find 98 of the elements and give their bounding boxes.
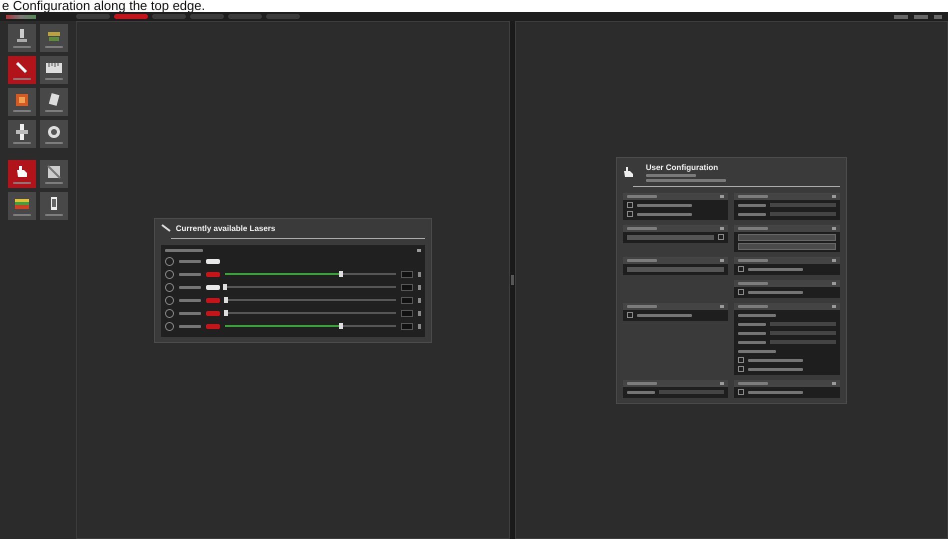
blurred-label: [738, 332, 766, 334]
checkbox[interactable]: [738, 366, 744, 372]
blurred-label: [178, 286, 201, 288]
ruler-icon: [46, 60, 62, 76]
blurred-label: [738, 212, 766, 216]
blurred-label: [738, 304, 768, 308]
hand-icon: [14, 164, 30, 180]
input-field[interactable]: [770, 331, 836, 335]
tool-tile[interactable]: [8, 192, 36, 220]
toggle-switch[interactable]: [206, 284, 220, 290]
toggle-switch[interactable]: [206, 272, 220, 276]
value-field[interactable]: [400, 296, 413, 304]
blurred-label: [646, 174, 696, 176]
checkbox[interactable]: [738, 389, 744, 395]
input-field[interactable]: [770, 203, 836, 207]
image-icon: [14, 92, 30, 108]
tab[interactable]: [114, 14, 148, 19]
tool-tile[interactable]: [40, 56, 68, 84]
caption-text: e Configuration along the top edge.: [1, 0, 206, 12]
tool-tile[interactable]: [8, 88, 36, 116]
blurred-label: [748, 390, 804, 394]
blurred-label: [748, 268, 804, 270]
checkbox[interactable]: [626, 211, 633, 217]
tool-tile[interactable]: [8, 120, 36, 148]
blurred-label: [738, 382, 768, 384]
toolbar-button[interactable]: [894, 14, 908, 18]
checkbox[interactable]: [626, 312, 633, 318]
tool-tile[interactable]: [8, 24, 36, 52]
value-field[interactable]: [400, 284, 413, 290]
slider-thumb[interactable]: [222, 284, 227, 290]
settings-button[interactable]: [738, 234, 836, 240]
slider-icon: [14, 124, 30, 140]
slider-bar[interactable]: [626, 266, 724, 272]
blurred-label: [738, 258, 768, 262]
tool-tile[interactable]: [40, 160, 68, 188]
value-field[interactable]: [400, 270, 413, 278]
blurred-label: [178, 324, 201, 328]
tool-tile[interactable]: [40, 120, 68, 148]
blurred-label: [738, 282, 768, 284]
blurred-label: [636, 314, 692, 316]
input-field[interactable]: [658, 390, 724, 394]
checkbox[interactable]: [738, 289, 744, 295]
blurred-label: [636, 204, 692, 206]
spectrum-icon: [14, 196, 30, 212]
value-field[interactable]: [400, 310, 413, 316]
toolbar-button[interactable]: [934, 14, 942, 18]
toggle-switch[interactable]: [206, 258, 220, 264]
blurred-label: [738, 194, 768, 198]
input-field[interactable]: [770, 212, 836, 216]
tool-tile[interactable]: [8, 56, 36, 84]
dropdown[interactable]: [626, 234, 714, 240]
blurred-label: [178, 272, 201, 276]
tool-tile[interactable]: [8, 160, 36, 188]
toolbar-button[interactable]: [914, 14, 928, 18]
value-field[interactable]: [400, 322, 413, 330]
input-field[interactable]: [770, 322, 836, 326]
toggle-switch[interactable]: [206, 324, 220, 328]
blurred-label: [164, 249, 203, 252]
checkbox[interactable]: [738, 357, 744, 363]
tool-tile[interactable]: [40, 192, 68, 220]
logo-icon: [6, 14, 36, 18]
blurred-label: [738, 322, 766, 326]
blurred-label: [748, 290, 804, 294]
blurred-label: [738, 226, 768, 230]
blurred-label: [738, 340, 766, 344]
slider-thumb[interactable]: [339, 271, 344, 277]
toggle-switch[interactable]: [206, 298, 220, 302]
microscope-icon: [14, 28, 30, 44]
blurred-label: [626, 226, 657, 230]
hand-icon: [622, 166, 635, 178]
blurred-label: [636, 212, 692, 216]
blurred-label: [738, 314, 776, 316]
card-title: User Configuration: [646, 162, 720, 172]
blurred-label: [626, 382, 657, 384]
checkbox[interactable]: [738, 266, 744, 272]
blurred-label: [748, 368, 804, 370]
blurred-label: [626, 194, 657, 198]
checkbox[interactable]: [626, 202, 633, 208]
card-title: Currently available Lasers: [176, 224, 276, 233]
blurred-label: [738, 350, 776, 352]
slider-thumb[interactable]: [339, 323, 344, 329]
settings-button[interactable]: [738, 242, 836, 250]
slider-thumb[interactable]: [224, 297, 228, 303]
gear-icon: [46, 124, 62, 140]
tool-tile[interactable]: [40, 24, 68, 52]
blurred-label: [178, 312, 201, 314]
tool-tile[interactable]: [40, 88, 68, 116]
slider-thumb[interactable]: [224, 310, 228, 316]
blurred-label: [738, 204, 766, 206]
input-field[interactable]: [770, 340, 836, 344]
blurred-label: [626, 304, 657, 308]
toggle-switch[interactable]: [206, 310, 220, 316]
blurred-label: [748, 358, 804, 362]
blurred-label: [178, 298, 201, 302]
blurred-label: [626, 390, 655, 394]
blurred-label: [626, 258, 657, 262]
blurred-label: [178, 260, 201, 262]
checkbox[interactable]: [718, 234, 724, 240]
